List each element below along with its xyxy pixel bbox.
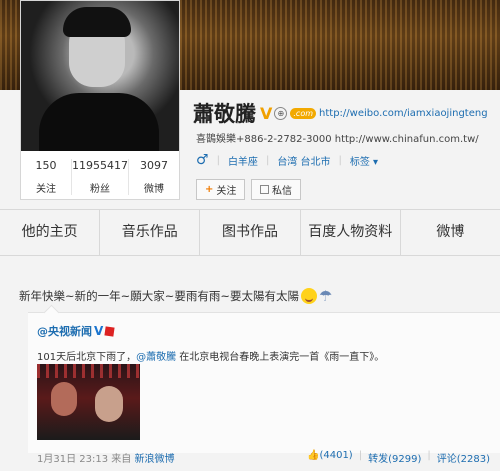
- follow-label: 关注: [216, 186, 237, 197]
- post-text: 新年快樂~新的一年~願大家~要雨有雨~要太陽有太陽 ☂: [19, 287, 333, 305]
- thumbs-up-icon: 👍: [307, 450, 320, 461]
- stat-weibo-label: 微博: [144, 184, 164, 195]
- divider: |: [338, 154, 342, 166]
- stat-weibo-count: 3097: [140, 159, 168, 172]
- retweet-card: @央视新闻 V 101天后北京下雨了，@蕭敬騰 在北京电视台春晚上表演完一首《雨…: [28, 304, 500, 453]
- verified-red-icon: [104, 325, 115, 337]
- message-icon: [260, 185, 269, 194]
- comment-action[interactable]: 评论(2283): [437, 450, 490, 465]
- divider: |: [358, 450, 363, 461]
- post-meta: 1月31日 23:13 来自 新浪微博: [37, 450, 174, 465]
- profile-tabs: 他的主页 音乐作品 图书作品 百度人物资料 微博: [0, 209, 500, 256]
- divider: |: [265, 154, 270, 166]
- plus-icon: +: [205, 184, 214, 195]
- retweet-text: 101天后北京下雨了，@蕭敬騰 在北京电视台春晚上表演完一首《雨一直下》。: [37, 348, 384, 363]
- divider: |: [216, 154, 220, 166]
- rain-cloud-emoji-icon: ☂: [319, 287, 333, 305]
- stats-bar: 150 关注 11955417 粉丝 3097 微博: [21, 159, 179, 195]
- mention-link[interactable]: @蕭敬騰: [136, 352, 176, 363]
- com-badge-icon[interactable]: .com: [290, 107, 317, 119]
- website-link[interactable]: http://www.chinafun.com.tw/: [335, 134, 479, 145]
- post-date[interactable]: 1月31日 23:13: [37, 454, 108, 465]
- tab-books[interactable]: 图书作品: [200, 210, 301, 255]
- post-body: 新年快樂~新的一年~願大家~要雨有雨~要太陽有太陽: [19, 289, 300, 303]
- avatar-card: 150 关注 11955417 粉丝 3097 微博: [20, 0, 180, 200]
- follow-button[interactable]: + 关注: [196, 179, 246, 200]
- retweet-text-part: 101天后北京下雨了，: [37, 352, 137, 363]
- profile-meta-row: ♂ | 白羊座 | 台湾 台北市 | 标签 ▾: [196, 152, 378, 168]
- profile-name: 蕭敬騰: [193, 102, 256, 126]
- smiley-emoji-icon: [301, 288, 318, 304]
- contact-text: 喜鵲娛樂+886-2-2782-3000: [196, 134, 332, 145]
- post-source-link[interactable]: 新浪微博: [134, 454, 174, 465]
- stat-fans-label: 粉丝: [90, 184, 110, 195]
- verified-blue-icon: V: [94, 324, 104, 338]
- location-link[interactable]: 台湾 台北市: [277, 153, 330, 168]
- stat-weibo[interactable]: 3097 微博: [129, 159, 179, 195]
- message-label: 私信: [272, 186, 292, 197]
- like-action[interactable]: 👍(4401): [307, 450, 353, 465]
- repost-action[interactable]: 转发(9299): [368, 450, 421, 465]
- message-button[interactable]: 私信: [251, 179, 301, 200]
- constellation-link[interactable]: 白羊座: [228, 153, 258, 168]
- male-icon: ♂: [196, 152, 209, 168]
- tags-dropdown[interactable]: 标签 ▾: [350, 153, 378, 168]
- retweet-author: @央视新闻 V: [37, 323, 115, 339]
- retweet-arrow: [43, 304, 60, 321]
- stat-fans-count: 11955417: [72, 159, 128, 172]
- retweet-text-part: 在北京电视台春晚上表演完一首《雨一直下》。: [176, 352, 385, 363]
- stat-following[interactable]: 150 关注: [21, 159, 72, 195]
- tab-music[interactable]: 音乐作品: [100, 210, 201, 255]
- post-actions: 👍(4401) | 转发(9299) | 评论(2283): [307, 450, 490, 465]
- tab-weibo[interactable]: 微博: [401, 210, 500, 255]
- post-from: 来自: [111, 454, 132, 465]
- tab-baidu-profile[interactable]: 百度人物资料: [301, 210, 401, 255]
- stat-fans[interactable]: 11955417 粉丝: [72, 159, 129, 195]
- stat-following-label: 关注: [36, 184, 56, 195]
- retweet-thumbnail[interactable]: [37, 364, 140, 440]
- weibo-url-link[interactable]: http://weibo.com/iamxiaojingteng: [319, 108, 488, 119]
- like-count: (4401): [319, 450, 353, 461]
- profile-name-row: 蕭敬騰 V ⊕ .com http://weibo.com/iamxiaojin…: [193, 98, 488, 128]
- verified-icon[interactable]: V: [260, 104, 272, 123]
- circle-badge-icon[interactable]: ⊕: [274, 106, 288, 120]
- stat-following-count: 150: [35, 159, 57, 172]
- divider: |: [427, 450, 431, 461]
- tab-home[interactable]: 他的主页: [0, 210, 101, 255]
- avatar[interactable]: [21, 1, 179, 151]
- retweet-author-link[interactable]: @央视新闻: [37, 323, 92, 339]
- contact-info: 喜鵲娛樂+886-2-2782-3000 http://www.chinafun…: [196, 130, 479, 145]
